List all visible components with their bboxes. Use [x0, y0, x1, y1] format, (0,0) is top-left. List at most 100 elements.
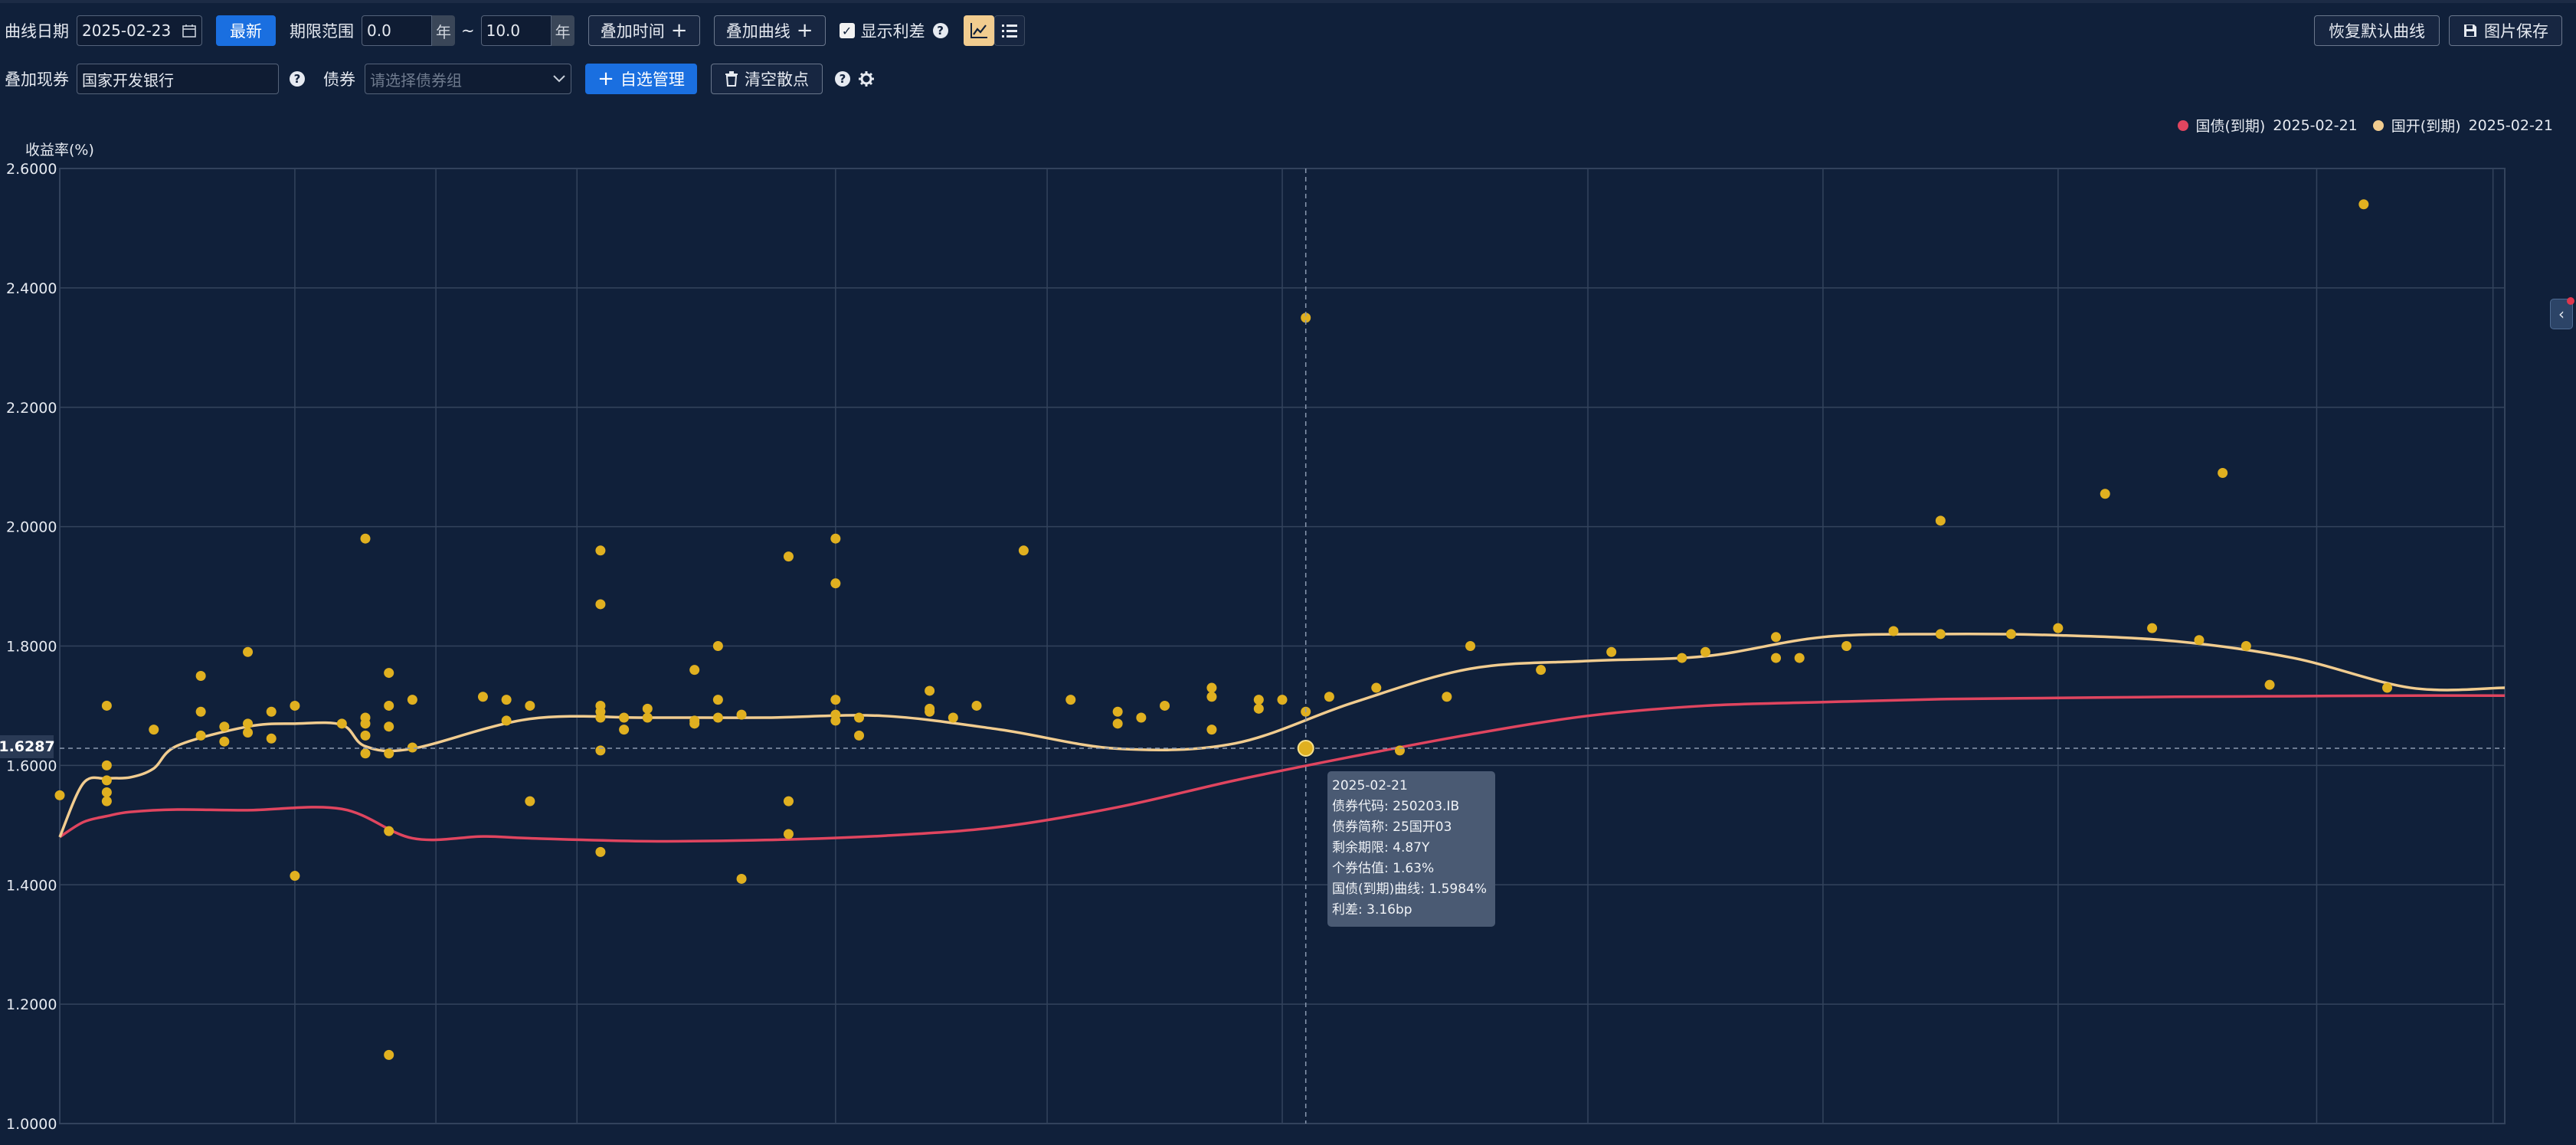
- scatter-point: [736, 873, 747, 884]
- scatter-point: [1841, 641, 1852, 651]
- crosshair-y-value: 1.6287: [0, 735, 55, 758]
- scatter-point: [101, 700, 112, 711]
- scatter-point: [948, 712, 958, 723]
- scatter-point: [736, 709, 747, 720]
- scatter-point: [101, 760, 112, 770]
- scatter-point: [712, 641, 723, 651]
- scatter-point: [2147, 623, 2158, 633]
- scatter-point: [830, 533, 841, 544]
- data-tooltip: 2025-02-21 债券代码: 250203.IB 债券简称: 25国开03 …: [1327, 771, 1495, 927]
- scatter-point: [525, 796, 535, 806]
- scatter-point: [783, 796, 794, 806]
- y-tick-label: 1.0000: [6, 1116, 57, 1133]
- scatter-point: [101, 787, 112, 797]
- scatter-point: [149, 725, 159, 735]
- scatter-point: [407, 695, 417, 705]
- tooltip-line: 债券简称: 25国开03: [1332, 819, 1452, 835]
- scatter-point: [477, 692, 488, 702]
- scatter-point: [1771, 653, 1782, 663]
- scatter-point: [854, 730, 865, 741]
- y-tick-label: 1.8000: [6, 639, 57, 656]
- scatter-point: [712, 695, 723, 705]
- tooltip-line: 国债(到期)曲线: 1.5984%: [1332, 882, 1488, 897]
- scatter-point: [243, 728, 254, 738]
- scatter-point: [1065, 695, 1076, 705]
- scatter-point: [54, 790, 65, 800]
- scatter-point: [1888, 626, 1899, 636]
- scatter-point: [195, 706, 206, 717]
- scatter-point: [783, 829, 794, 839]
- scatter-point: [712, 712, 723, 723]
- side-panel-toggle[interactable]: ‹: [2550, 297, 2574, 329]
- scatter-point: [2218, 467, 2228, 478]
- scatter-point: [384, 748, 394, 759]
- scatter-point: [1394, 745, 1405, 756]
- scatter-point: [2358, 199, 2369, 210]
- scatter-point: [783, 551, 794, 562]
- scatter-point: [925, 706, 935, 717]
- scatter-point: [1536, 665, 1547, 676]
- scatter-point: [336, 718, 347, 729]
- scatter-point: [1794, 653, 1805, 663]
- scatter-point: [195, 670, 206, 681]
- tooltip-date: 2025-02-21: [1332, 778, 1408, 793]
- y-tick-label: 2.6000: [6, 161, 57, 178]
- y-tick-label: 2.0000: [6, 519, 57, 536]
- scatter-point: [290, 700, 300, 711]
- scatter-point: [595, 599, 606, 610]
- scatter-point: [595, 712, 606, 723]
- scatter-point: [219, 721, 230, 732]
- chevron-left-icon: ‹: [2558, 305, 2565, 323]
- scatter-point: [1277, 695, 1288, 705]
- highlighted-point: [1297, 740, 1314, 757]
- scatter-point: [2382, 682, 2393, 693]
- tooltip-line: 利差: 3.16bp: [1332, 902, 1412, 918]
- scatter-point: [1935, 629, 1946, 640]
- scatter-point: [1465, 641, 1476, 651]
- yield-curve-chart[interactable]: 1.0000 1.2000 1.4000 1.6000 1.8000 2.0000 2.20…: [0, 0, 2576, 1145]
- scatter-point: [384, 721, 394, 732]
- chart-grid: [59, 168, 2506, 1124]
- scatter-point: [689, 718, 700, 729]
- scatter-points: [54, 199, 2393, 1060]
- tooltip-line: 债券代码: 250203.IB: [1332, 799, 1460, 814]
- notification-dot: [2567, 297, 2574, 305]
- scatter-point: [1112, 706, 1123, 717]
- scatter-point: [360, 718, 371, 729]
- scatter-point: [1206, 682, 1217, 693]
- scatter-point: [407, 742, 417, 753]
- scatter-point: [243, 718, 254, 729]
- scatter-point: [501, 715, 512, 726]
- scatter-point: [1935, 515, 1946, 526]
- scatter-point: [1677, 653, 1687, 663]
- scatter-point: [266, 733, 277, 744]
- y-tick-label: 1.4000: [6, 877, 57, 894]
- scatter-point: [2194, 635, 2204, 646]
- scatter-point: [1371, 682, 1382, 693]
- scatter-point: [360, 730, 371, 741]
- scatter-point: [384, 826, 394, 836]
- scatter-point: [1136, 712, 1147, 723]
- scatter-point: [1324, 692, 1334, 702]
- scatter-point: [1018, 545, 1029, 556]
- scatter-point: [2053, 623, 2064, 633]
- scatter-point: [243, 646, 254, 657]
- y-axis-ticks: 1.0000 1.2000 1.4000 1.6000 1.8000 2.0000 2.20…: [6, 161, 57, 1133]
- scatter-point: [689, 665, 700, 676]
- scatter-point: [619, 712, 630, 723]
- scatter-point: [384, 668, 394, 679]
- scatter-point: [925, 685, 935, 696]
- scatter-point: [830, 578, 841, 589]
- tooltip-line: 剩余期限: 4.87Y: [1332, 840, 1430, 855]
- scatter-point: [1771, 632, 1782, 643]
- scatter-point: [360, 533, 371, 544]
- scatter-point: [619, 725, 630, 735]
- scatter-point: [2264, 679, 2275, 690]
- scatter-point: [384, 700, 394, 711]
- scatter-point: [2240, 641, 2251, 651]
- scatter-point: [195, 730, 206, 741]
- y-tick-label: 2.2000: [6, 400, 57, 417]
- scatter-point: [830, 715, 841, 726]
- scatter-point: [1160, 700, 1170, 711]
- scatter-point: [1442, 692, 1452, 702]
